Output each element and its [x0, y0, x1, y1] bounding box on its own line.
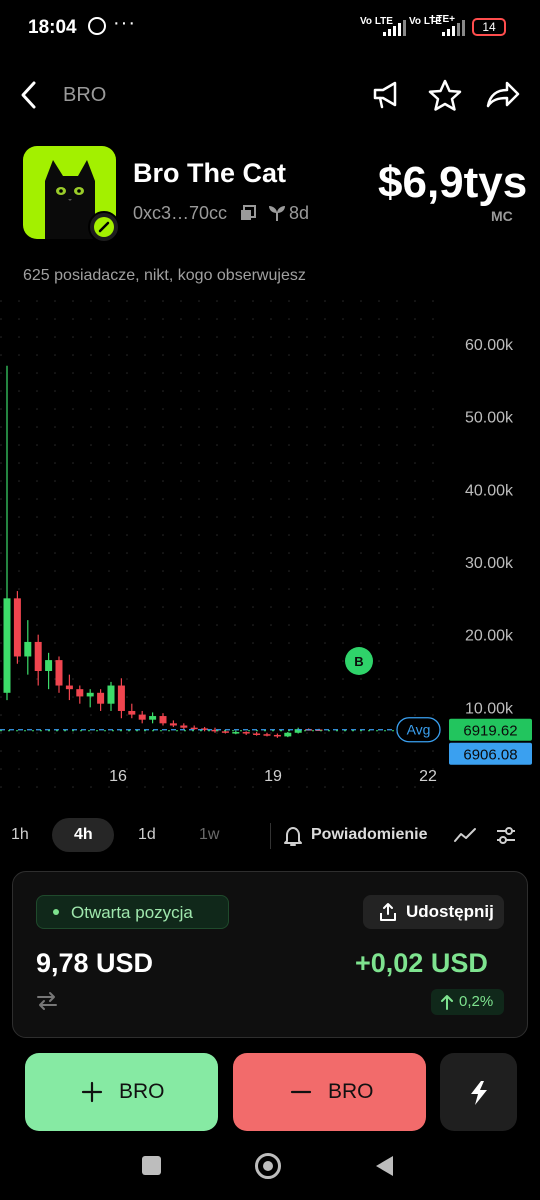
home-nav-icon[interactable]	[255, 1153, 281, 1179]
x-tick-label: 22	[419, 768, 437, 785]
back-arrow-icon[interactable]	[18, 80, 40, 110]
market-cap-value: $6,9tys	[378, 158, 528, 207]
timeframe-1w[interactable]: 1w	[199, 826, 219, 844]
candle-body	[180, 725, 188, 728]
sell-label: BRO	[328, 1080, 374, 1103]
candle-body	[24, 641, 32, 657]
candle-body	[13, 598, 21, 657]
candle-body	[55, 660, 63, 686]
line-chart-icon[interactable]	[453, 826, 477, 844]
status-dot-icon	[53, 909, 59, 915]
timeframe-1d[interactable]: 1d	[138, 826, 156, 844]
sprout-icon	[269, 206, 285, 221]
arrow-up-icon	[441, 995, 453, 1010]
share-label: Udostępnij	[406, 902, 494, 921]
y-tick-label: 40.00k	[465, 482, 514, 499]
candle-body	[273, 734, 281, 737]
candle-body	[45, 660, 53, 671]
pnl-percent: 0,2%	[459, 993, 494, 1010]
copy-icon[interactable]	[239, 204, 257, 222]
sell-button[interactable]: BRO	[233, 1053, 426, 1131]
header-title: BRO	[63, 84, 107, 106]
candle-body	[149, 716, 157, 720]
quick-trade-button[interactable]	[440, 1053, 517, 1131]
signal-icon	[383, 20, 406, 36]
lightning-icon	[471, 1081, 487, 1105]
price-chart[interactable]: 60.00k 50.00k 40.00k 30.00k 20.00k 10.00k 16 1…	[0, 300, 540, 795]
status-time: 18:04	[28, 17, 77, 38]
bell-icon[interactable]	[283, 825, 303, 847]
share-button[interactable]: Udostępnij	[363, 895, 504, 929]
y-tick-label: 10.00k	[465, 700, 514, 717]
position-amount: 9,78 USD	[36, 948, 154, 978]
token-address[interactable]: 0xc3…70cc	[133, 203, 227, 224]
y-tick-label: 20.00k	[465, 628, 514, 645]
candle-body	[34, 641, 42, 671]
last-price-label: 6919.62	[463, 723, 517, 740]
x-tick-label: 19	[264, 768, 282, 785]
candle-body	[221, 731, 229, 733]
upload-icon	[380, 903, 396, 921]
divider	[270, 823, 271, 849]
market-cap-label: MC	[491, 208, 513, 224]
edit-badge[interactable]	[88, 211, 120, 243]
token-name: Bro The Cat	[133, 158, 287, 188]
recents-nav-icon[interactable]	[142, 1156, 161, 1175]
candle-body	[169, 723, 177, 726]
settings-sliders-icon[interactable]	[495, 824, 517, 846]
status-bar: 18:04 ··· Vo LTE Vo LTE LTE+ 14	[0, 0, 540, 58]
more-notifications-icon: ···	[113, 12, 136, 34]
candle-body	[159, 716, 167, 724]
candle-body	[138, 714, 146, 720]
pencil-icon	[94, 217, 114, 237]
battery-icon: 14	[472, 18, 506, 36]
candle-body	[128, 710, 136, 715]
candle-body	[253, 733, 261, 735]
whatsapp-icon	[88, 17, 106, 35]
candle-body	[65, 685, 73, 690]
swap-arrows-icon[interactable]	[36, 991, 58, 1011]
holders-info: 625 posiadacze, nikt, kogo obserwujesz	[23, 267, 306, 284]
candle-body	[263, 734, 271, 736]
candle-body	[190, 727, 198, 730]
candle-body	[107, 685, 115, 704]
token-age: 8d	[289, 203, 310, 223]
pnl-percent-badge: 0,2%	[431, 989, 504, 1015]
open-position-badge: Otwarta pozycja	[36, 895, 229, 929]
timeframe-4h[interactable]: 4h	[74, 826, 93, 844]
candle-body	[117, 685, 125, 711]
candle-body	[3, 598, 11, 693]
candle-body	[242, 732, 250, 734]
y-tick-label: 60.00k	[465, 337, 514, 354]
minus-icon	[290, 1090, 312, 1094]
back-nav-icon[interactable]	[373, 1154, 395, 1178]
x-tick-label: 16	[109, 768, 127, 785]
star-icon[interactable]	[428, 79, 462, 111]
plus-icon	[81, 1081, 103, 1103]
signal2-icon	[442, 20, 465, 36]
buy-button[interactable]: BRO	[25, 1053, 218, 1131]
avg-price-label: 6906.08	[463, 747, 517, 764]
buy-marker-label: B	[354, 654, 363, 669]
candle-body	[284, 732, 292, 737]
battery-level: 14	[482, 20, 496, 34]
buy-label: BRO	[119, 1080, 165, 1103]
y-tick-label: 50.00k	[465, 410, 514, 427]
home-nav-dot	[263, 1161, 273, 1171]
share-arrow-icon[interactable]	[485, 80, 521, 110]
y-tick-label: 30.00k	[465, 555, 514, 572]
timeframe-1h[interactable]: 1h	[11, 826, 29, 844]
alert-button[interactable]: Powiadomienie	[311, 826, 427, 844]
megaphone-icon[interactable]	[371, 80, 403, 110]
candle-body	[97, 692, 105, 704]
open-position-label: Otwarta pozycja	[71, 903, 193, 922]
avg-label: Avg	[407, 722, 431, 738]
candle-body	[76, 689, 84, 697]
candle-body	[86, 692, 94, 697]
position-pnl: +0,02 USD	[355, 948, 488, 978]
candle-body	[232, 732, 240, 734]
